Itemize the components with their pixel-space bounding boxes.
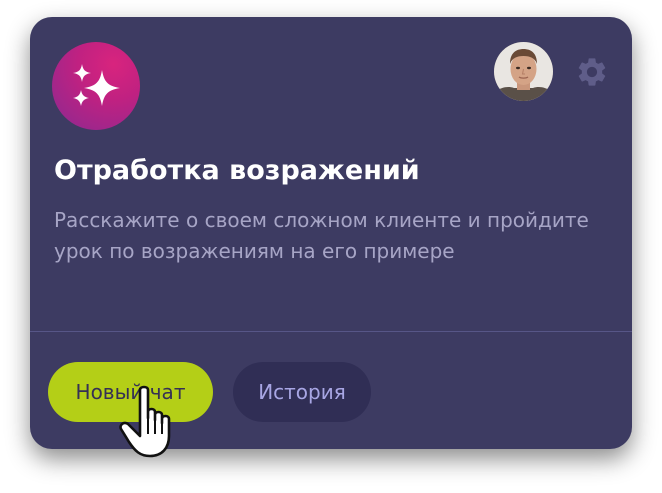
avatar-portrait-image bbox=[494, 42, 553, 101]
card-title: Отработка возражений bbox=[54, 155, 420, 186]
history-button[interactable]: История bbox=[233, 362, 371, 422]
assistant-card: Отработка возражений Расскажите о своем … bbox=[30, 17, 632, 449]
card-description: Расскажите о своем сложном клиенте и про… bbox=[54, 208, 589, 263]
user-avatar[interactable] bbox=[494, 42, 553, 101]
new-chat-button[interactable]: Новый чат bbox=[48, 362, 213, 422]
gear-icon[interactable] bbox=[575, 55, 609, 89]
divider bbox=[30, 331, 632, 332]
sparkles-icon bbox=[73, 64, 120, 106]
app-badge bbox=[52, 42, 140, 130]
